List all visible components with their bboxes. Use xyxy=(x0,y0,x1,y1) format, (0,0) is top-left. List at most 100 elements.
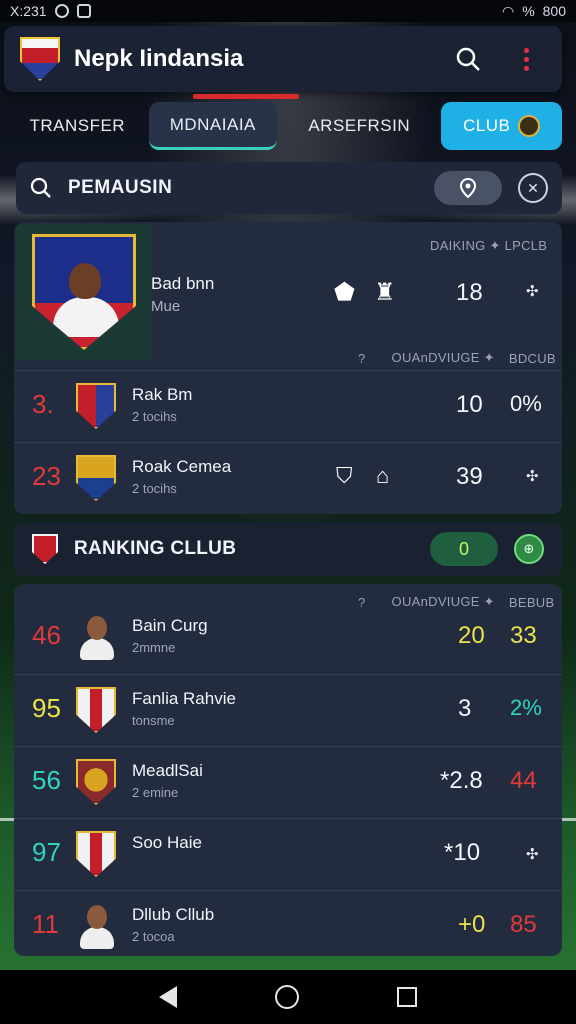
tab-label: ARSEFRSIN xyxy=(308,116,411,135)
add-button[interactable]: ⊕ xyxy=(514,534,544,564)
club-crest-icon xyxy=(76,383,116,429)
location-filter-button[interactable] xyxy=(434,171,502,205)
move-icon: ✣ xyxy=(526,468,539,485)
row-value: 10 xyxy=(456,391,483,418)
system-navigation-bar xyxy=(0,970,576,1024)
app-title: Nepk Iindansia xyxy=(74,45,244,72)
club-subtitle: tonsme xyxy=(132,713,175,728)
featured-player[interactable]: Bad bnn Mue DAIKING ✦ LPCLB ⬟ ♜ 18 ✣ ? O… xyxy=(14,222,562,366)
club-subtitle: 2mmne xyxy=(132,640,176,655)
rank-number: 97 xyxy=(32,837,61,867)
club-name: Soo Haie xyxy=(132,833,202,852)
club-subtitle: 2 tocihs xyxy=(132,481,177,496)
wifi-icon: ◠ xyxy=(501,2,515,19)
tab-label: MDNAIAIA xyxy=(169,114,256,134)
status-time: X:231 xyxy=(10,3,47,19)
club-crest-icon xyxy=(76,831,116,877)
table-row[interactable]: 11 Dllub Cllub 2 tocoa +0 85 xyxy=(14,890,562,956)
section-title: RANKING CLLUB xyxy=(74,538,237,559)
club-logo-icon xyxy=(20,37,60,81)
row-value: 39 xyxy=(456,463,483,490)
tab-mdnaiaia[interactable]: MDNAIAIA xyxy=(148,102,278,150)
club-shield-icon xyxy=(32,534,58,564)
table-row[interactable]: 46 Bain Curg 2mmne 20 33 xyxy=(14,602,562,674)
back-icon[interactable] xyxy=(159,986,177,1008)
club-crest-icon xyxy=(76,687,116,733)
filter-value: 0 xyxy=(458,538,469,559)
row-value: 20 xyxy=(458,622,485,649)
notification-icon xyxy=(54,4,69,18)
search-icon xyxy=(30,177,51,198)
table-row[interactable]: 3. Rak Bm 2 tocihs 10 0% xyxy=(14,370,562,442)
column-header-mid: OUAnDVIUGE ✦ xyxy=(391,350,495,365)
player-crest-icon xyxy=(32,234,136,350)
tab-club[interactable]: CLUB xyxy=(441,102,562,150)
rank-number: 46 xyxy=(32,620,61,650)
row-extra: 44 xyxy=(510,767,537,794)
club-name: Roak Cemea xyxy=(132,457,232,476)
move-icon: ✣ xyxy=(526,846,539,863)
rank-number: 23 xyxy=(32,461,61,491)
player-ranking-panel: Bad bnn Mue DAIKING ✦ LPCLB ⬟ ♜ 18 ✣ ? O… xyxy=(14,222,562,514)
search-label: PEMAUSIN xyxy=(68,177,173,198)
player-shirt xyxy=(53,297,119,337)
more-vertical-icon xyxy=(523,47,529,71)
search-bar[interactable]: PEMAUSIN ✕ xyxy=(16,162,562,214)
column-header-right: BDCUB xyxy=(508,350,556,366)
shield-icon: ⛉ xyxy=(336,463,353,488)
player-avatar xyxy=(69,263,101,299)
rank-number: 11 xyxy=(32,909,59,939)
player-avatar xyxy=(80,905,114,949)
featured-player-name: Bad bnn xyxy=(151,274,215,293)
compass-button[interactable]: ✕ xyxy=(518,173,548,203)
row-extra: 85 xyxy=(510,911,537,938)
app-notification-icon xyxy=(76,4,91,18)
column-header-row: ? OUAnDVIUGE ✦ BDCUB xyxy=(358,350,556,366)
tab-label: TRANSFER xyxy=(29,116,126,135)
featured-player-subtitle: Mue xyxy=(151,298,181,315)
status-bar: X:231 ◠ % 800 xyxy=(0,0,576,22)
row-extra: 0% xyxy=(510,391,542,416)
column-header: DAIKING ✦ LPCLB xyxy=(430,238,548,253)
tab-bar: TRANSFER MDNAIAIA ARSEFRSIN CLUB xyxy=(14,100,562,152)
add-icon: ⊕ xyxy=(523,541,535,556)
trophy-icon: ♜ xyxy=(374,279,396,306)
row-extra: 33 xyxy=(510,622,537,649)
table-row[interactable]: 23 Roak Cemea 2 tocihs ⛉ ⌂ 39 ✣ xyxy=(14,442,562,514)
search-button[interactable] xyxy=(448,39,488,79)
tab-label: CLUB xyxy=(463,116,511,135)
ranking-club-header: RANKING CLLUB 0 ⊕ xyxy=(14,522,562,576)
boost-icon: ⬟ xyxy=(334,279,355,306)
tab-transfer[interactable]: TRANSFER xyxy=(14,102,141,150)
ranking-filter-button[interactable]: 0 xyxy=(430,532,498,566)
active-section-indicator xyxy=(193,94,299,99)
club-crest-icon xyxy=(76,455,116,501)
featured-value: 18 xyxy=(456,279,483,306)
table-row[interactable]: 97 Soo Haie *10 ✣ xyxy=(14,818,562,890)
featured-player-card xyxy=(16,224,152,360)
tab-arsefrsin[interactable]: ARSEFRSIN xyxy=(285,102,433,150)
compass-icon: ✕ xyxy=(527,179,539,196)
home-icon[interactable] xyxy=(275,985,299,1009)
table-row[interactable]: 56 MeadlSai 2 emine *2.8 44 xyxy=(14,746,562,818)
boot-icon: ⌂ xyxy=(376,463,390,488)
club-ranking-panel: ? OUAnDVIUGE ✦ BEBUB 46 Bain Curg 2mmne … xyxy=(14,584,562,956)
club-subtitle: 2 emine xyxy=(132,785,179,800)
club-subtitle: 2 tocoa xyxy=(132,929,175,944)
row-value: *2.8 xyxy=(440,767,483,794)
player-avatar xyxy=(80,616,114,660)
club-subtitle: 2 tocihs xyxy=(132,409,177,424)
app-header: Nepk Iindansia xyxy=(4,26,562,92)
rank-number: 3. xyxy=(32,389,54,419)
search-icon xyxy=(456,47,480,71)
table-row[interactable]: 95 Fanlia Rahvie tonsme 3 2% xyxy=(14,674,562,746)
row-extra: 2% xyxy=(510,695,542,720)
battery-label: 800 xyxy=(542,3,566,19)
rank-number: 95 xyxy=(32,693,61,723)
location-pin-icon xyxy=(460,178,476,198)
club-crest-icon xyxy=(76,759,116,805)
more-menu-button[interactable] xyxy=(506,39,546,79)
recent-apps-icon[interactable] xyxy=(397,987,417,1007)
club-badge-icon xyxy=(518,115,541,137)
club-name: Dllub Cllub xyxy=(132,905,215,924)
